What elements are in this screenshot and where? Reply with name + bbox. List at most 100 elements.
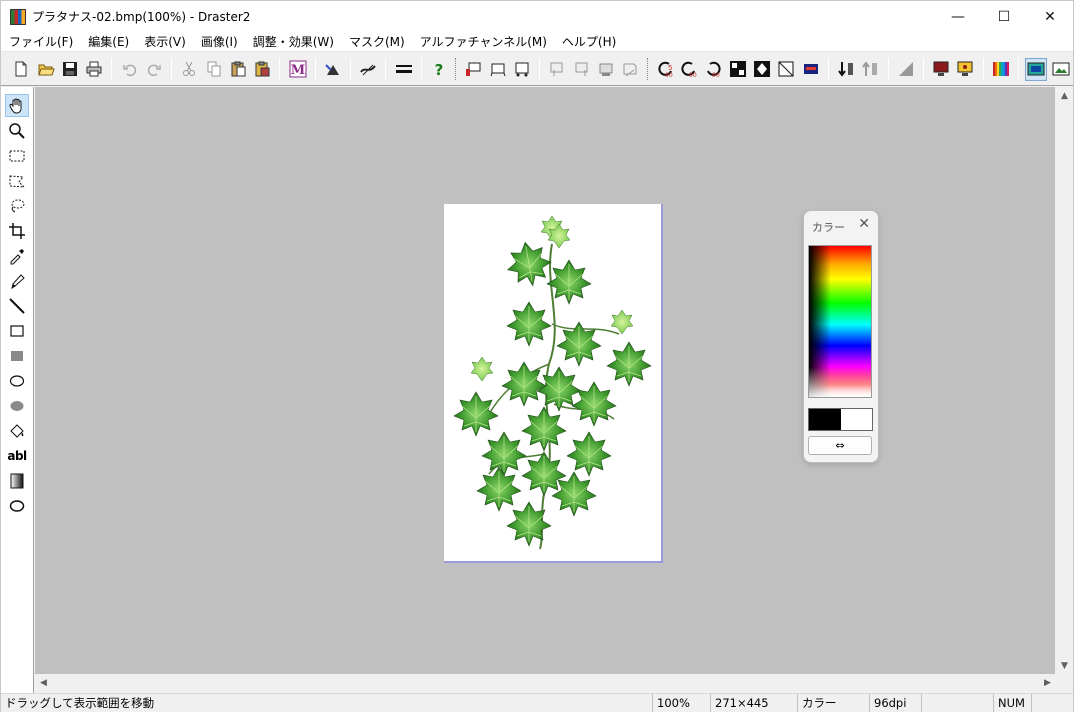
toolbar-separator xyxy=(314,58,316,80)
horizontal-scrollbar[interactable]: ◀ ▶ xyxy=(35,674,1056,692)
background-color-swatch[interactable] xyxy=(841,409,872,430)
canvas-workspace[interactable] xyxy=(35,87,1055,674)
skew-button[interactable] xyxy=(775,58,797,81)
tool-lasso[interactable] xyxy=(5,194,29,217)
color-panel-close-icon[interactable]: ✕ xyxy=(858,216,870,232)
tool-text[interactable]: abl xyxy=(5,444,29,467)
layer-stack-button[interactable] xyxy=(619,58,641,81)
sort-up-button[interactable] xyxy=(859,58,881,81)
image-canvas[interactable] xyxy=(444,204,663,563)
svg-text:90: 90 xyxy=(665,72,673,78)
menu-view[interactable]: 表示(V) xyxy=(136,32,193,52)
tool-filled-ellipse[interactable] xyxy=(5,394,29,417)
mirror-button[interactable] xyxy=(751,58,773,81)
toolbar-grip[interactable] xyxy=(455,58,457,80)
tool-blur[interactable] xyxy=(5,494,29,517)
vertical-scrollbar[interactable]: ▲ ▼ xyxy=(1056,87,1073,674)
menu-mask[interactable]: マスク(M) xyxy=(341,32,412,52)
print-button[interactable] xyxy=(83,58,105,81)
tool-rectangle[interactable] xyxy=(5,319,29,342)
layer-up-icon xyxy=(550,62,563,76)
tool-polygon-select[interactable] xyxy=(5,169,29,192)
polygon-lasso-icon xyxy=(9,174,26,188)
hand-icon xyxy=(9,98,22,113)
tool-line[interactable] xyxy=(5,294,29,317)
tool-eyedropper[interactable] xyxy=(5,244,29,267)
sort-up-icon xyxy=(862,61,878,76)
eyedropper-icon xyxy=(10,248,24,264)
tool-fill[interactable] xyxy=(5,419,29,442)
scroll-left-arrow-icon[interactable]: ◀ xyxy=(35,674,52,691)
line-width-icon xyxy=(395,65,412,73)
tool-filled-rectangle[interactable] xyxy=(5,344,29,367)
display-2-button[interactable] xyxy=(954,58,976,81)
canvas-size-button[interactable] xyxy=(462,58,484,81)
open-folder-icon xyxy=(37,64,55,76)
image-view-button[interactable] xyxy=(1024,57,1048,81)
scroll-right-arrow-icon[interactable]: ▶ xyxy=(1039,674,1056,691)
tool-pencil[interactable] xyxy=(5,269,29,292)
flip-button[interactable] xyxy=(727,58,749,81)
menu-image[interactable]: 画像(I) xyxy=(193,32,245,52)
scroll-up-arrow-icon[interactable]: ▲ xyxy=(1056,87,1073,104)
layer-down-button[interactable] xyxy=(571,58,593,81)
paste-button[interactable] xyxy=(227,58,249,81)
color-adjust-button[interactable] xyxy=(800,58,822,81)
rotate-90-left-button[interactable]: 90 xyxy=(678,58,700,81)
layer-merge-button[interactable] xyxy=(595,58,617,81)
undo-button[interactable] xyxy=(118,58,140,81)
display-button[interactable] xyxy=(930,58,952,81)
trim-button[interactable] xyxy=(511,58,533,81)
tool-rect-select[interactable] xyxy=(5,144,29,167)
toolbar-separator xyxy=(171,58,173,80)
app-icon[interactable] xyxy=(10,8,26,25)
menu-alpha-channel[interactable]: アルファチャンネル(M) xyxy=(412,32,554,52)
menu-edit[interactable]: 編集(E) xyxy=(80,32,136,52)
foreground-color-swatch[interactable] xyxy=(809,409,841,430)
menu-help[interactable]: ヘルプ(H) xyxy=(554,32,623,52)
cut-button[interactable] xyxy=(178,58,200,81)
menu-adjust-effects[interactable]: 調整・効果(W) xyxy=(245,32,341,52)
tool-gradient[interactable] xyxy=(5,469,29,492)
rotate-ccw-button[interactable]: 5 90 xyxy=(654,58,676,81)
tool-zoom[interactable] xyxy=(5,119,29,142)
tool-crop[interactable] xyxy=(5,219,29,242)
layer-up-button[interactable] xyxy=(546,58,568,81)
maximize-button[interactable]: ☐ xyxy=(981,1,1027,32)
line-width-button[interactable] xyxy=(392,58,414,81)
gradient-button[interactable] xyxy=(895,58,917,81)
pen-settings-button[interactable] xyxy=(357,58,379,81)
clipboard-icon xyxy=(231,61,246,77)
copy-button[interactable] xyxy=(202,58,224,81)
save-button[interactable] xyxy=(59,58,81,81)
toolbar-grip[interactable] xyxy=(646,58,649,80)
mask-button[interactable]: M xyxy=(286,58,308,81)
redo-button[interactable] xyxy=(143,58,165,81)
scroll-down-arrow-icon[interactable]: ▼ xyxy=(1056,657,1073,674)
resize-button[interactable] xyxy=(486,58,508,81)
close-button[interactable]: ✕ xyxy=(1027,1,1073,32)
new-file-button[interactable] xyxy=(10,58,32,81)
color-spectrum[interactable] xyxy=(808,245,872,398)
help-button[interactable]: ? xyxy=(428,58,450,81)
save-icon xyxy=(62,62,77,76)
crop-icon xyxy=(9,222,25,239)
image-frame-icon xyxy=(1052,62,1070,76)
open-file-button[interactable] xyxy=(34,58,56,81)
paste-new-button[interactable] xyxy=(251,58,273,81)
palette-button[interactable] xyxy=(990,58,1012,81)
redo-icon xyxy=(147,64,161,77)
swap-colors-button[interactable]: ⇔ xyxy=(808,436,872,455)
menu-bar: ファイル(F) 編集(E) 表示(V) 画像(I) 調整・効果(W) マスク(M… xyxy=(1,32,1073,52)
stamp-button[interactable] xyxy=(322,58,344,81)
lasso-icon xyxy=(11,199,25,212)
sort-down-button[interactable] xyxy=(835,58,857,81)
minimize-button[interactable]: — xyxy=(935,1,981,32)
image-view-2-button[interactable] xyxy=(1049,58,1071,81)
menu-file[interactable]: ファイル(F) xyxy=(1,32,80,52)
tool-hand[interactable] xyxy=(5,94,29,117)
mask-m-icon: M xyxy=(289,60,307,78)
toolbar-separator xyxy=(350,58,352,80)
rotate-90-right-button[interactable]: 90 xyxy=(702,58,724,81)
tool-ellipse[interactable] xyxy=(5,369,29,392)
